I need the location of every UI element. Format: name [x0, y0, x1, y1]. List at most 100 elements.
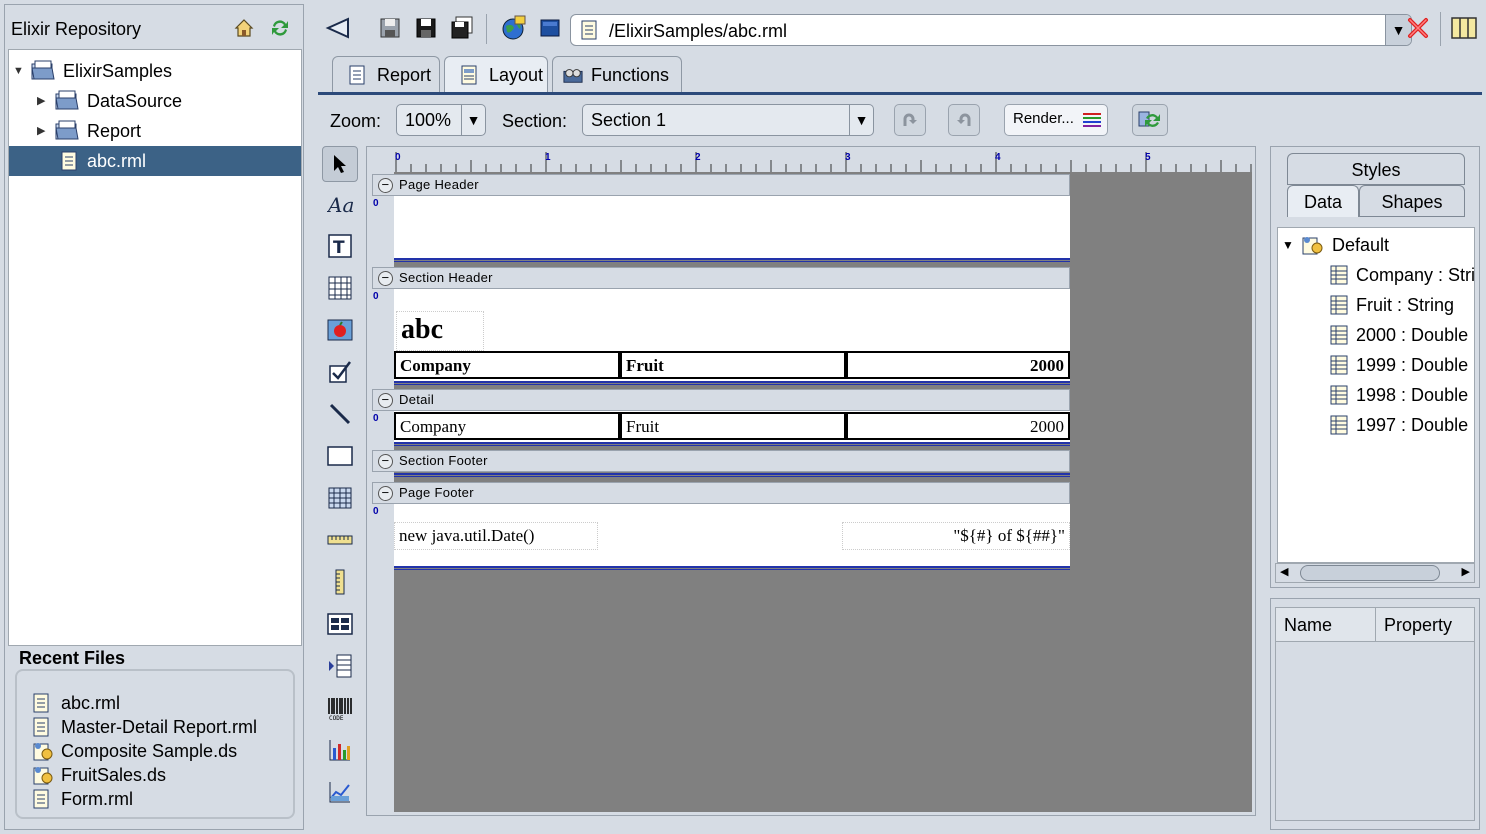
band-page-header[interactable]: − Page Header	[372, 174, 1070, 196]
tree-item-elixirsamples[interactable]: ▼ ElixirSamples	[9, 56, 301, 86]
section-header-body[interactable]: abc Company Fruit 2000	[394, 289, 1070, 381]
line-tool[interactable]	[322, 396, 358, 432]
title-text-field[interactable]: abc	[396, 311, 484, 351]
field-icon	[1330, 295, 1348, 315]
data-field-tree: ▼ Default Company : String Fruit : Strin…	[1277, 227, 1475, 563]
tab-shapes[interactable]: Shapes	[1359, 185, 1465, 217]
refresh-layout-button[interactable]	[1132, 104, 1168, 136]
table-tool[interactable]	[322, 270, 358, 306]
header-cell-2000[interactable]: 2000	[846, 351, 1070, 379]
expand-icon[interactable]: ▼	[13, 65, 25, 77]
render-button[interactable]: Render...	[1004, 104, 1108, 136]
recent-file-label: abc.rml	[61, 693, 121, 713]
scroll-left-icon[interactable]: ◀	[1280, 565, 1288, 578]
scrollbar-thumb[interactable]	[1300, 565, 1440, 581]
refresh-icon[interactable]	[269, 17, 291, 39]
file-path-combo[interactable]: /ElixirSamples/abc.rml ▼	[570, 14, 1412, 46]
section-select[interactable]: Section 1 ▼	[582, 104, 874, 136]
page-number-field[interactable]: "${#} of ${##}"	[842, 522, 1070, 550]
dropdown-arrow-icon[interactable]: ▼	[461, 105, 485, 135]
tab-label: Shapes	[1381, 192, 1443, 212]
tree-item-report[interactable]: ▶ Report	[9, 116, 301, 146]
tab-functions[interactable]: Functions	[552, 56, 682, 92]
refresh-icon	[1138, 111, 1160, 127]
band-tool[interactable]	[322, 648, 358, 684]
rml-file-icon	[33, 693, 49, 713]
collapse-icon[interactable]: −	[378, 178, 393, 193]
band-title: Page Footer	[399, 485, 474, 500]
preview-icon[interactable]	[536, 14, 564, 42]
dropdown-arrow-icon[interactable]: ▼	[849, 105, 873, 135]
label-tool[interactable]: Aa	[322, 186, 358, 222]
line-chart-tool[interactable]	[322, 774, 358, 810]
undo-button[interactable]	[948, 104, 980, 136]
toolbar-separator	[1440, 12, 1441, 46]
detail-cell-2000[interactable]: 2000	[846, 412, 1070, 440]
back-icon[interactable]	[324, 14, 352, 42]
folder-icon	[55, 90, 79, 110]
horizontal-ruler-tool[interactable]	[322, 522, 358, 558]
vertical-ruler: 0	[370, 289, 394, 383]
ruler-number: 0	[373, 413, 379, 424]
detail-cell-fruit[interactable]: Fruit	[620, 412, 846, 440]
barcode-tool[interactable]: CODE	[322, 690, 358, 726]
text-field-tool[interactable]: T	[322, 228, 358, 264]
tree-item-abc-rml[interactable]: abc.rml	[9, 146, 301, 176]
zoom-value: 100%	[405, 110, 452, 130]
tab-report[interactable]: Report	[332, 56, 440, 92]
tab-layout[interactable]: Layout	[444, 56, 548, 92]
page-footer-body[interactable]: new java.util.Date() "${#} of ${##}"	[394, 504, 1070, 568]
band-detail[interactable]: − Detail	[372, 389, 1070, 411]
collapse-icon[interactable]: ▶	[37, 125, 49, 137]
collapse-icon[interactable]: −	[378, 271, 393, 286]
date-expression-field[interactable]: new java.util.Date()	[394, 522, 598, 550]
band-separator[interactable]	[394, 473, 1070, 477]
header-cell-company[interactable]: Company	[394, 351, 620, 379]
render-label: Render...	[1013, 110, 1074, 127]
collapse-icon[interactable]: −	[378, 486, 393, 501]
save-as-icon[interactable]	[412, 14, 440, 42]
close-icon[interactable]	[1404, 14, 1432, 42]
file-path-value: /ElixirSamples/abc.rml	[609, 21, 788, 41]
collapse-icon[interactable]: −	[378, 454, 393, 469]
column-header-property[interactable]: Property	[1376, 608, 1474, 642]
subreport-tool[interactable]	[322, 606, 358, 642]
field-icon	[1330, 355, 1348, 375]
header-cell-fruit[interactable]: Fruit	[620, 351, 846, 379]
crosstab-tool[interactable]	[322, 480, 358, 516]
band-section-header[interactable]: − Section Header	[372, 267, 1070, 289]
band-separator[interactable]	[394, 258, 1070, 262]
rectangle-tool[interactable]	[322, 438, 358, 474]
expand-icon[interactable]: ▼	[1282, 230, 1294, 260]
band-separator[interactable]	[394, 442, 1070, 446]
detail-cell-company[interactable]: Company	[394, 412, 620, 440]
tree-item-datasource[interactable]: ▶ DataSource	[9, 86, 301, 116]
bar-chart-tool[interactable]	[322, 732, 358, 768]
band-page-footer[interactable]: − Page Footer	[372, 482, 1070, 504]
tab-data[interactable]: Data	[1287, 185, 1359, 217]
collapse-icon[interactable]: −	[378, 393, 393, 408]
scroll-right-icon[interactable]: ▶	[1462, 565, 1470, 578]
ruler-number: 0	[395, 152, 401, 163]
zoom-select[interactable]: 100% ▼	[396, 104, 486, 136]
image-tool[interactable]	[322, 312, 358, 348]
home-icon[interactable]	[233, 17, 255, 39]
select-tool[interactable]	[322, 146, 358, 182]
save-icon[interactable]	[376, 14, 404, 42]
column-header-name[interactable]: Name	[1276, 608, 1376, 642]
field-label: Company : String	[1356, 265, 1475, 285]
page-header-body[interactable]	[394, 196, 1070, 258]
band-separator[interactable]	[394, 381, 1070, 385]
vertical-ruler-tool[interactable]	[322, 564, 358, 600]
band-section-footer[interactable]: − Section Footer	[372, 450, 1070, 472]
tab-styles[interactable]: Styles	[1287, 153, 1465, 185]
save-all-icon[interactable]	[448, 14, 476, 42]
horizontal-scrollbar[interactable]: ◀ ▶	[1275, 563, 1475, 583]
band-separator[interactable]	[394, 566, 1070, 570]
checkbox-tool[interactable]	[322, 354, 358, 390]
redo-button[interactable]	[894, 104, 926, 136]
layout-columns-icon[interactable]	[1450, 14, 1478, 42]
detail-body[interactable]: Company Fruit 2000	[394, 411, 1070, 443]
web-globe-icon[interactable]	[500, 14, 528, 42]
collapse-icon[interactable]: ▶	[37, 95, 49, 107]
